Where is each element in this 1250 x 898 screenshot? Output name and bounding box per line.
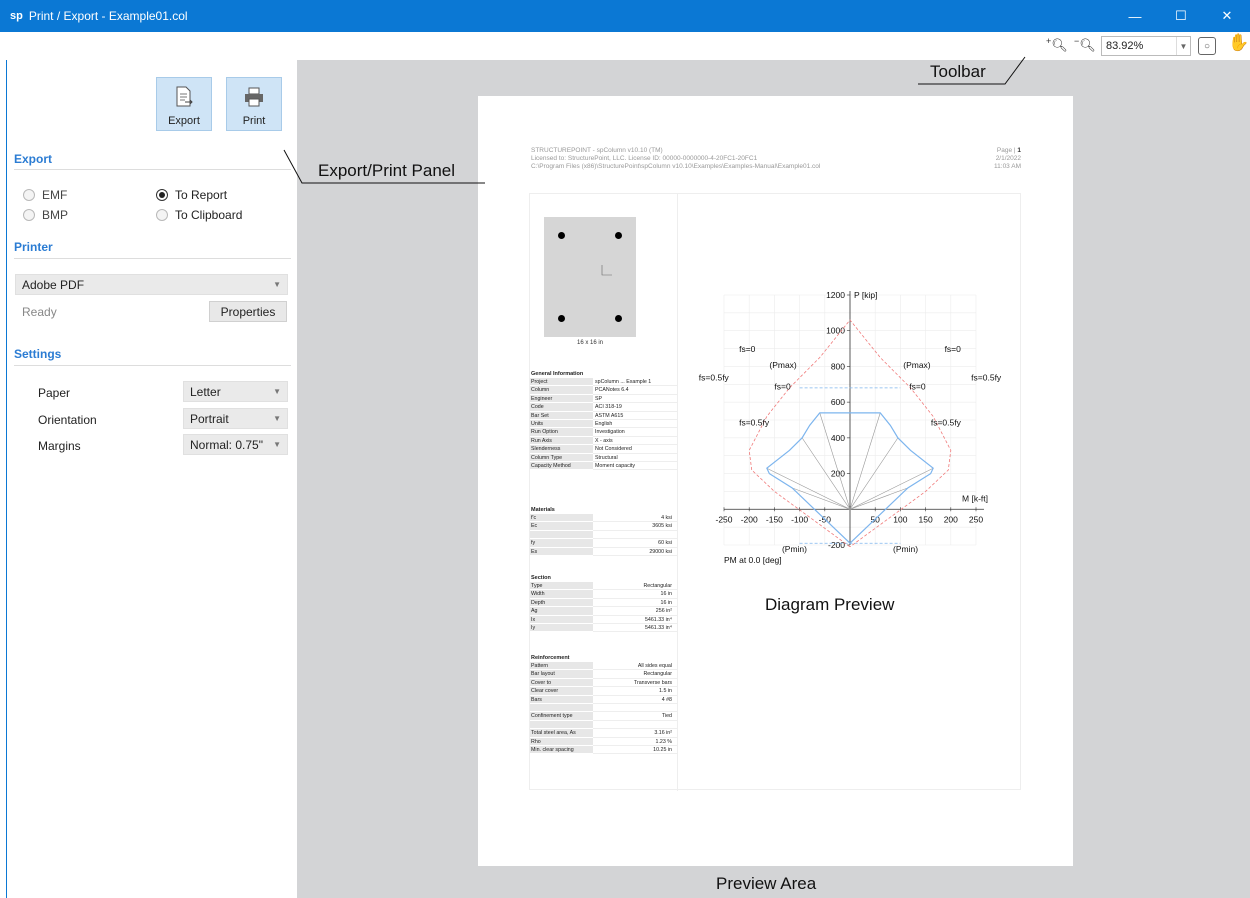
panel-annotation: Export/Print Panel bbox=[318, 161, 456, 180]
preview-area-annotation: Preview Area bbox=[716, 874, 817, 893]
annotation-lines bbox=[283, 56, 1026, 184]
toolbar-annotation: Toolbar bbox=[930, 62, 986, 81]
diagram-annotation: Diagram Preview bbox=[765, 595, 895, 614]
